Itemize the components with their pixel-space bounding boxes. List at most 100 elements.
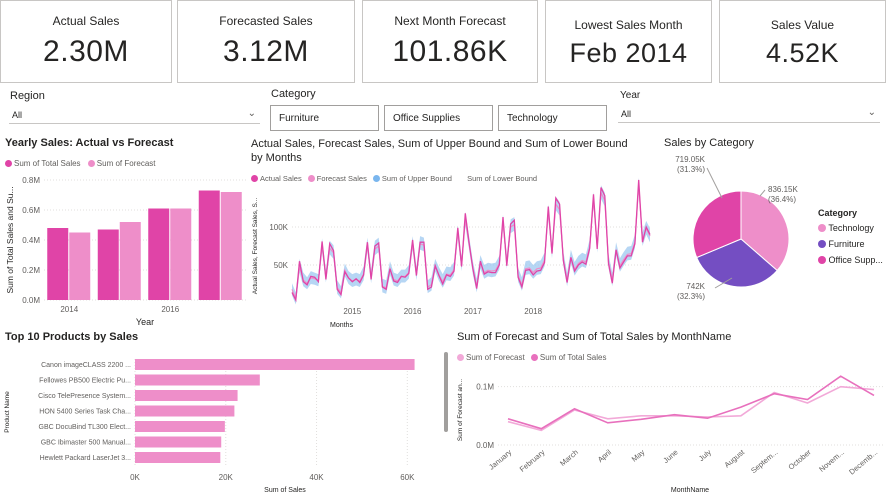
y-tick-label: 100K xyxy=(269,223,288,232)
category-button-office-supplies[interactable]: Office Supplies xyxy=(384,105,493,131)
pie-legend-item-office-supplies: Office Supp... xyxy=(818,255,883,265)
kpi-label: Forecasted Sales xyxy=(219,14,313,28)
x-tick-label: 2017 xyxy=(464,307,482,316)
chevron-down-icon: ⌄ xyxy=(247,108,256,119)
legend-dot-forecast xyxy=(87,160,95,167)
legend-label-forecast: Sum of Forecast xyxy=(466,353,525,362)
y-tick-label: 0.0M xyxy=(476,441,494,450)
leader-line xyxy=(706,167,723,199)
legend-dot xyxy=(818,224,826,232)
x-tick-label: May xyxy=(630,447,647,463)
legend-label-upper: Sum of Upper Bound xyxy=(381,174,452,183)
product-bar xyxy=(135,436,222,448)
y-tick-label: 0.6M xyxy=(22,206,40,215)
x-tick-label: 60K xyxy=(400,473,415,482)
legend-label: Furniture xyxy=(828,239,865,249)
region-dropdown-value: All xyxy=(12,110,23,120)
x-tick-label: February xyxy=(518,447,547,473)
legend-label: Technology xyxy=(828,223,874,233)
kpi-card-sales-value: Sales Value 4.52K xyxy=(719,0,886,83)
legend-dot xyxy=(818,256,826,264)
product-label: Fellowes PB500 Electric Pu... xyxy=(39,378,131,385)
x-tick-label: 20K xyxy=(219,473,234,482)
pie-legend-item-furniture: Furniture xyxy=(818,239,883,249)
bar-2016-actual xyxy=(148,208,170,300)
legend-dot-actual xyxy=(5,160,12,167)
legend-label-lower: Sum of Lower Bound xyxy=(467,174,538,183)
legend-dot-upper-bound xyxy=(372,175,380,182)
x-tick-label: October xyxy=(787,447,814,471)
product-bar xyxy=(135,421,225,432)
legend-label-total-sales: Sum of Total Sales xyxy=(14,159,81,168)
bar-2015-forecast xyxy=(119,222,141,300)
x-tick-label: 0K xyxy=(130,473,140,482)
pie-data-label: 836.15K xyxy=(768,185,798,194)
product-label: Cisco TelePresence System... xyxy=(38,393,131,400)
year-dropdown-value: All xyxy=(621,109,632,119)
x-tick-label: Decemb... xyxy=(847,448,879,477)
x-tick-label: 2016 xyxy=(161,305,179,314)
bymonth-chart: 0.0M 0.1M January February March April May June… xyxy=(457,375,884,494)
yearly-chart: 0.0M 0.2M 0.4M 0.6M 0.8M 2014 2016 Year Sum of T… xyxy=(5,176,246,327)
x-tick-label: 2016 xyxy=(404,307,422,316)
kpi-value: 101.86K xyxy=(392,35,508,68)
legend-label-actual: Actual Sales xyxy=(260,174,302,183)
region-slicer-title: Region xyxy=(10,90,45,102)
x-tick-label: Septem... xyxy=(749,448,779,476)
bar-2014-forecast xyxy=(69,232,91,300)
bymonth-legend: Sum of Forecast Sum of Total Sales xyxy=(457,353,606,362)
year-slicer-title: Year xyxy=(620,90,641,101)
series-total-sales xyxy=(507,375,875,430)
y-tick-label: 0.0M xyxy=(22,296,40,305)
kpi-value: Feb 2014 xyxy=(569,38,688,68)
series-actual-sales xyxy=(291,179,651,303)
x-tick-label: 2018 xyxy=(524,307,542,316)
pie-data-label-pct: (36.4%) xyxy=(768,195,796,204)
product-bar xyxy=(135,374,260,386)
pie-chart-title: Sales by Category xyxy=(664,137,754,149)
y-tick-label: 0.8M xyxy=(22,176,40,185)
bar-2016-forecast xyxy=(170,208,192,300)
legend-label-forecast: Forecast Sales xyxy=(316,174,367,183)
kpi-label: Actual Sales xyxy=(52,14,120,28)
legend-dot-actual-sales xyxy=(251,175,258,182)
product-bar xyxy=(135,359,415,370)
x-tick-label: 2015 xyxy=(343,307,361,316)
chevron-down-icon: ⌄ xyxy=(867,107,876,118)
x-tick-label: June xyxy=(661,448,679,465)
kpi-label: Sales Value xyxy=(770,18,835,32)
yearly-chart-title: Yearly Sales: Actual vs Forecast xyxy=(5,137,174,149)
y-axis-title: Product Name xyxy=(4,391,11,433)
product-label: Hewlett Packard LaserJet 3... xyxy=(40,455,131,462)
leader-line xyxy=(759,189,766,197)
bar-2015-actual xyxy=(97,229,119,300)
product-label: GBC DocuBind TL300 Elect... xyxy=(39,424,132,431)
bymonth-chart-title: Sum of Forecast and Sum of Total Sales b… xyxy=(457,331,732,343)
x-tick-label: August xyxy=(723,447,747,469)
year-dropdown[interactable]: All ⌄ xyxy=(618,106,880,123)
product-bar xyxy=(135,390,238,401)
legend-dot-forecast-sales xyxy=(307,175,315,182)
y-tick-label: 0.2M xyxy=(22,266,40,275)
x-axis-title: MonthName xyxy=(671,487,709,494)
product-label: HON 5400 Series Task Cha... xyxy=(39,409,131,416)
category-button-furniture[interactable]: Furniture xyxy=(270,105,379,131)
series-forecast xyxy=(507,385,875,432)
legend-label: Office Supp... xyxy=(828,255,883,265)
top10-scrollbar[interactable] xyxy=(444,352,448,432)
monthly-chart-title: Actual Sales, Forecast Sales, Sum of Upp… xyxy=(251,138,628,164)
x-tick-label: July xyxy=(697,447,713,463)
y-tick-label: 50K xyxy=(274,261,289,270)
y-tick-label: 0.4M xyxy=(22,236,40,245)
kpi-label: Lowest Sales Month xyxy=(574,18,683,32)
legend-dot xyxy=(818,240,826,248)
y-axis-title: Sum of Forecast an... xyxy=(457,379,464,441)
kpi-card-actual-sales: Actual Sales 2.30M xyxy=(0,0,172,83)
kpi-card-next-month-forecast: Next Month Forecast 101.86K xyxy=(362,0,538,83)
pie-data-label: 719.05K xyxy=(675,155,705,164)
category-button-technology[interactable]: Technology xyxy=(498,105,607,131)
kpi-card-lowest-sales-month: Lowest Sales Month Feb 2014 xyxy=(545,0,712,83)
kpi-value: 3.12M xyxy=(223,35,309,68)
legend-dot-total-sales xyxy=(530,354,538,361)
region-dropdown[interactable]: All ⌄ xyxy=(9,107,260,124)
